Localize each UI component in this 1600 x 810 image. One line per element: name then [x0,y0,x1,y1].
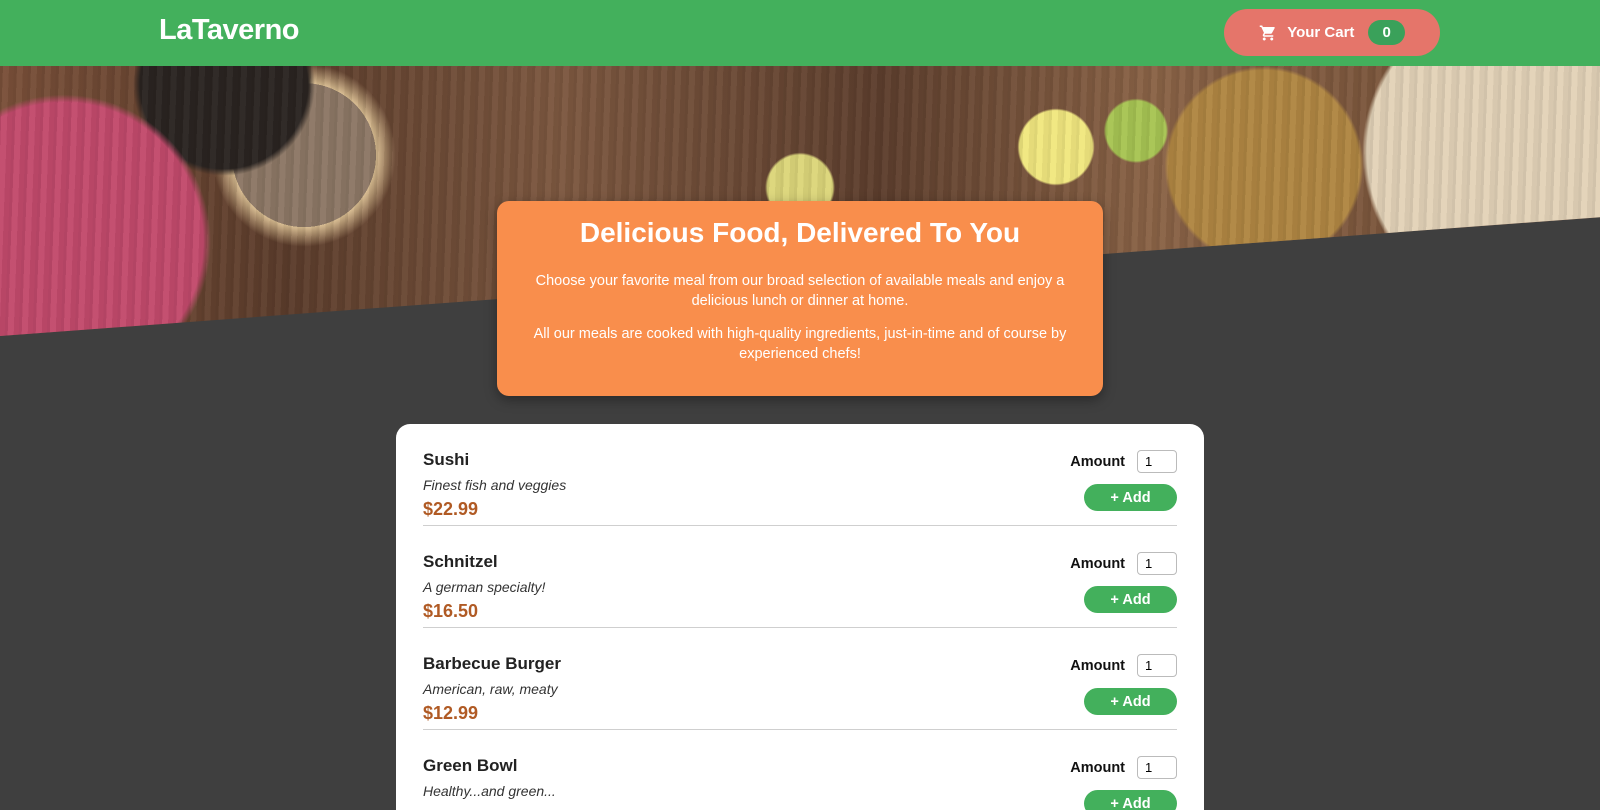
add-to-cart-button[interactable]: + Add [1084,586,1177,613]
cart-label: Your Cart [1287,24,1355,41]
meal-add-form: Amount + Add [1067,552,1177,613]
meal-item: Sushi Finest fish and veggies $22.99 Amo… [423,424,1177,526]
meal-name: Barbecue Burger [423,654,561,673]
intro-paragraph-2: All our meals are cooked with high-quali… [533,326,1067,362]
app-header: LaTaverno Your Cart 0 [0,0,1600,66]
cart-icon [1259,24,1277,42]
meal-description: Healthy...and green... [423,783,556,799]
meal-item: Schnitzel A german specialty! $16.50 Amo… [423,526,1177,628]
intro-title: Delicious Food, Delivered To You [579,217,1021,248]
amount-input[interactable] [1137,654,1177,677]
meal-add-form: Amount + Add [1067,756,1177,810]
meal-description: A german specialty! [423,579,546,595]
meal-description: Finest fish and veggies [423,477,567,493]
meal-item: Green Bowl Healthy...and green... Amount… [423,730,1177,810]
meal-name: Green Bowl [423,756,518,775]
amount-input[interactable] [1137,450,1177,473]
meal-price: $22.99 [423,499,479,519]
meal-add-form: Amount + Add [1067,450,1177,511]
intro-paragraph-1: Choose your favorite meal from our broad… [535,273,1065,309]
amount-input[interactable] [1137,552,1177,575]
meal-price: $12.99 [423,703,479,723]
cart-count-badge: 0 [1368,20,1405,45]
add-to-cart-button[interactable]: + Add [1084,790,1177,810]
meal-description: American, raw, meaty [423,681,558,697]
meals-list: Sushi Finest fish and veggies $22.99 Amo… [396,424,1204,810]
meal-add-form: Amount + Add [1067,654,1177,715]
meal-item: Barbecue Burger American, raw, meaty $12… [423,628,1177,730]
meal-name: Schnitzel [423,552,498,571]
meal-name: Sushi [423,450,470,469]
amount-label: Amount [1070,453,1125,470]
amount-label: Amount [1070,657,1125,674]
add-to-cart-button[interactable]: + Add [1084,484,1177,511]
amount-label: Amount [1070,759,1125,776]
intro-card: Delicious Food, Delivered To You Choose … [497,201,1103,396]
add-to-cart-button[interactable]: + Add [1084,688,1177,715]
app-logo: LaTaverno [159,14,300,46]
cart-button[interactable]: Your Cart 0 [1224,9,1440,56]
meal-price: $16.50 [423,601,479,621]
amount-label: Amount [1070,555,1125,572]
amount-input[interactable] [1137,756,1177,779]
